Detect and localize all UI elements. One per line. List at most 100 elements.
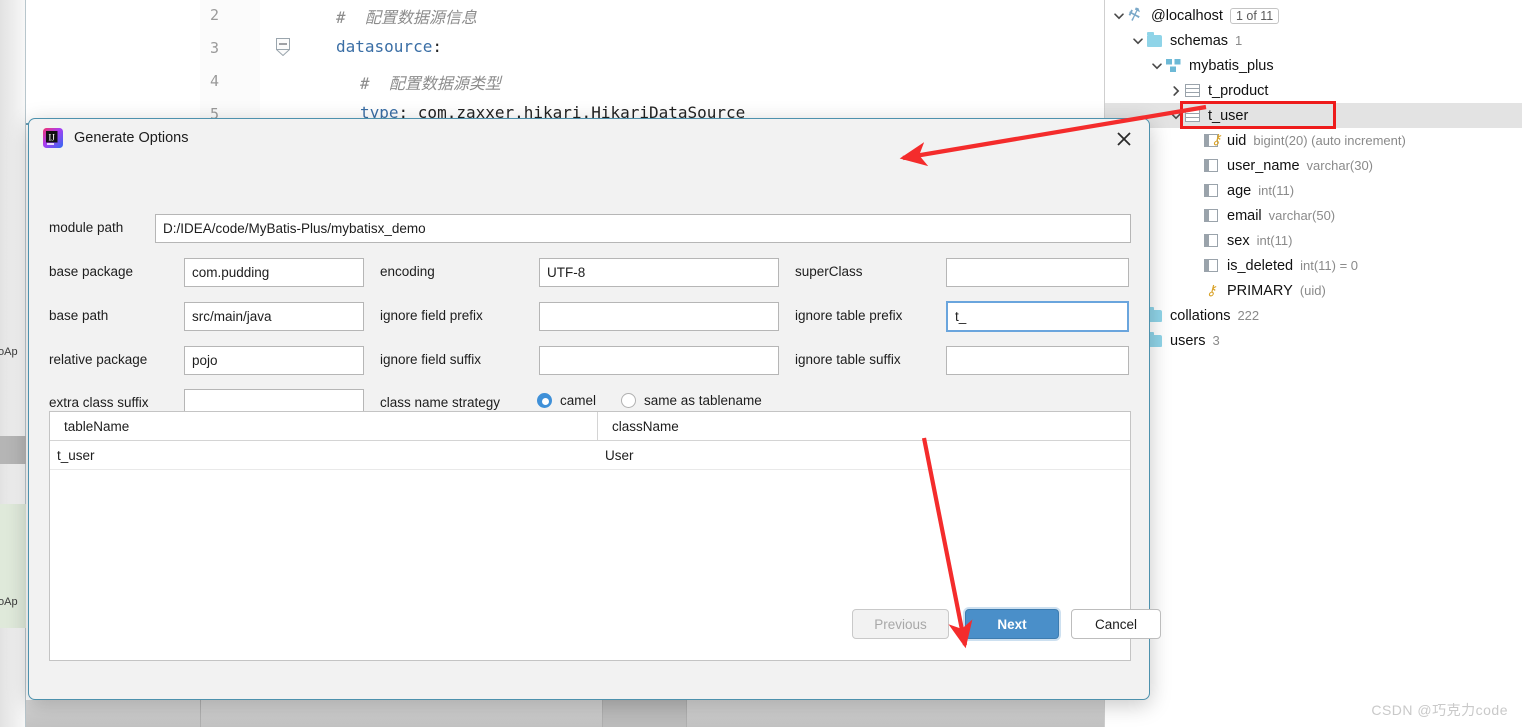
code-line: # 配置数据源信息	[336, 4, 477, 28]
cancel-button[interactable]: Cancel	[1071, 609, 1161, 639]
ignore-table-suffix-input[interactable]	[946, 346, 1129, 375]
tree-node-meta: int(11)	[1258, 183, 1295, 198]
table-header-tablename[interactable]: tableName	[50, 412, 598, 440]
table-row[interactable]: t_user User	[50, 441, 1130, 470]
encoding-input[interactable]	[539, 258, 779, 287]
tree-node-label: t_product	[1208, 82, 1269, 99]
tree-node-isdeleted[interactable]: is_deleted int(11) = 0	[1105, 253, 1522, 278]
left-strip-label-top: oAp	[0, 346, 18, 358]
tree-node-email[interactable]: email varchar(50)	[1105, 203, 1522, 228]
watermark: CSDN @巧克力code	[1371, 702, 1508, 718]
tree-node-meta: varchar(50)	[1268, 208, 1336, 223]
label-extra-class-suffix: extra class suffix	[49, 395, 149, 410]
ignore-field-suffix-input[interactable]	[539, 346, 779, 375]
tree-node-age[interactable]: age int(11)	[1105, 178, 1522, 203]
tree-node-collations[interactable]: collations 222	[1105, 303, 1522, 328]
dialog-title: Generate Options	[74, 130, 189, 146]
column-icon	[1203, 183, 1221, 199]
tree-node-label: is_deleted	[1227, 257, 1294, 274]
tree-node-meta: varchar(30)	[1306, 158, 1374, 173]
tree-node-label: age	[1227, 182, 1252, 199]
line-number: 4	[210, 72, 220, 90]
tree-node-meta: int(11)	[1256, 233, 1293, 248]
left-strip-run-marker	[0, 436, 26, 464]
module-path-input[interactable]	[155, 214, 1131, 243]
tree-node-uid[interactable]: ⚷ uid bigint(20) (auto increment)	[1105, 128, 1522, 153]
super-class-input[interactable]	[946, 258, 1129, 287]
code-token: datasource	[336, 37, 433, 56]
folder-icon	[1146, 31, 1164, 49]
radio-camel[interactable]: camel	[537, 393, 596, 408]
status-bar-segment-1	[200, 700, 376, 727]
ignore-table-prefix-input[interactable]	[946, 301, 1129, 332]
ignore-field-prefix-input[interactable]	[539, 302, 779, 331]
tree-node-mybatisplus[interactable]: mybatis_plus	[1105, 53, 1522, 78]
tree-node-meta: (uid)	[1299, 283, 1326, 298]
code-fold-icon[interactable]	[275, 38, 291, 57]
next-button[interactable]: Next	[965, 609, 1059, 639]
label-encoding: encoding	[380, 264, 435, 279]
column-icon	[1203, 208, 1221, 224]
tree-node-username[interactable]: user_name varchar(30)	[1105, 153, 1522, 178]
previous-button[interactable]: Previous	[852, 609, 949, 639]
close-icon[interactable]	[1115, 130, 1133, 148]
tree-node-sex[interactable]: sex int(11)	[1105, 228, 1522, 253]
table-header-classname[interactable]: className	[598, 412, 1130, 440]
tree-node-label: schemas	[1170, 32, 1229, 49]
svg-text:IJ: IJ	[48, 132, 55, 142]
tree-node-schemas[interactable]: schemas 1	[1105, 28, 1522, 53]
tree-node-localhost[interactable]: ⚒ @localhost 1 of 11	[1105, 3, 1522, 28]
tree-node-meta: 222	[1237, 308, 1260, 323]
label-base-package: base package	[49, 264, 134, 279]
dialog-title-bar: IJ Generate Options	[29, 119, 1149, 157]
tree-node-label: collations	[1170, 307, 1231, 324]
chevron-down-icon[interactable]	[1149, 58, 1165, 74]
table-header-row: tableName className	[50, 412, 1130, 441]
radio-same-as-tablename[interactable]: same as tablename	[621, 393, 762, 408]
base-package-input[interactable]	[184, 258, 364, 287]
label-ignore-table-suffix: ignore table suffix	[795, 352, 901, 367]
dialog-body: module path base package base path relat…	[29, 157, 1149, 661]
column-icon	[1203, 233, 1221, 249]
pk-column-icon: ⚷	[1203, 132, 1221, 149]
code-line: datasource:	[336, 37, 442, 56]
chevron-down-icon[interactable]	[1130, 33, 1146, 49]
schema-icon	[1165, 58, 1183, 74]
tree-node-meta: 1	[1235, 33, 1243, 48]
label-class-name-strategy: class name strategy	[380, 395, 501, 410]
status-bar-segment-3	[686, 700, 926, 727]
key-icon: ⚷	[1206, 281, 1217, 298]
label-ignore-field-prefix: ignore field prefix	[380, 308, 483, 323]
tree-node-users[interactable]: users 3	[1105, 328, 1522, 353]
tree-node-label: sex	[1227, 232, 1250, 249]
code-token: :	[432, 37, 442, 56]
table-cell-classname[interactable]: User	[598, 441, 1130, 469]
column-icon	[1203, 158, 1221, 174]
relative-package-input[interactable]	[184, 346, 364, 375]
label-relative-package: relative package	[49, 352, 148, 367]
base-path-input[interactable]	[184, 302, 364, 331]
tree-node-label: user_name	[1227, 157, 1300, 174]
label-module-path: module path	[49, 220, 124, 235]
tree-node-meta: bigint(20) (auto increment)	[1253, 133, 1406, 148]
red-highlight-box-t-user	[1180, 101, 1336, 129]
tree-node-tproduct[interactable]: t_product	[1105, 78, 1522, 103]
tree-node-primary[interactable]: ⚷ PRIMARY (uid)	[1105, 278, 1522, 303]
table-cell-tablename[interactable]: t_user	[50, 441, 598, 469]
chevron-right-icon[interactable]	[1168, 83, 1184, 99]
label-base-path: base path	[49, 308, 109, 323]
tree-node-meta: int(11) = 0	[1300, 258, 1359, 273]
generate-options-dialog[interactable]: IJ Generate Options module path base pac…	[28, 118, 1161, 700]
column-icon	[1203, 258, 1221, 274]
label-ignore-field-suffix: ignore field suffix	[380, 352, 482, 367]
radio-same-as-tablename-indicator	[621, 393, 636, 408]
dialog-footer: Previous Next Cancel	[29, 609, 1161, 699]
tree-node-label: PRIMARY	[1227, 282, 1293, 299]
